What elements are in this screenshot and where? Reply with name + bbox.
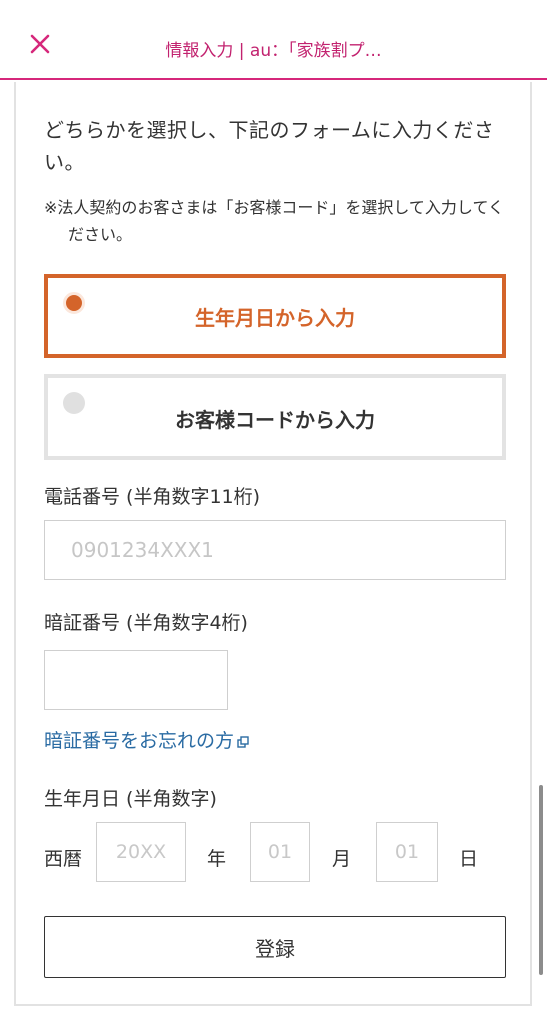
page-title: 情報入力 | au：「家族割プ…: [165, 41, 382, 61]
day-input[interactable]: 01: [376, 822, 438, 882]
option-birthdate-label: 生年月日から入力: [195, 306, 355, 330]
corporate-note: ※法人契約のお客さまは「お客様コード」を選択して入力してください。: [44, 198, 504, 244]
scrollbar[interactable]: [539, 785, 543, 975]
birthdate-label: 生年月日 (半角数字): [44, 788, 217, 810]
option-birthdate[interactable]: 生年月日から入力: [44, 274, 506, 358]
form-card: どちらかを選択し、下記のフォームに入力ください。 ※法人契約のお客さまは「お客様…: [14, 82, 532, 1006]
year-placeholder: 20XX: [115, 841, 167, 863]
day-placeholder: 01: [394, 841, 420, 863]
header-bar: 情報入力 | au：「家族割プ…: [0, 0, 547, 80]
year-input[interactable]: 20XX: [96, 822, 186, 882]
register-button-label: 登録: [255, 936, 295, 961]
intro-text: どちらかを選択し、下記のフォームに入力ください。: [44, 118, 495, 174]
option-customer-code[interactable]: お客様コードから入力: [44, 374, 506, 460]
month-placeholder: 01: [267, 841, 293, 863]
day-unit: 日: [459, 848, 479, 870]
forgot-pin-link-text: 暗証番号をお忘れの方: [44, 730, 235, 752]
month-input[interactable]: 01: [250, 822, 310, 882]
era-label: 西暦: [44, 848, 83, 870]
option-customer-code-label: お客様コードから入力: [175, 408, 375, 432]
external-link-icon: [237, 736, 249, 748]
month-unit: 月: [332, 848, 352, 870]
phone-input[interactable]: 0901234XXX1: [44, 520, 506, 580]
phone-placeholder: 0901234XXX1: [71, 538, 214, 562]
year-unit: 年: [207, 848, 227, 870]
close-icon: [30, 34, 50, 54]
pin-label: 暗証番号 (半角数字4桁): [44, 612, 248, 634]
forgot-pin-link[interactable]: 暗証番号をお忘れの方: [44, 726, 249, 753]
pin-input[interactable]: [44, 650, 228, 710]
register-button[interactable]: 登録: [44, 916, 506, 978]
phone-label: 電話番号 (半角数字11桁): [44, 486, 261, 508]
close-button[interactable]: [26, 30, 54, 58]
